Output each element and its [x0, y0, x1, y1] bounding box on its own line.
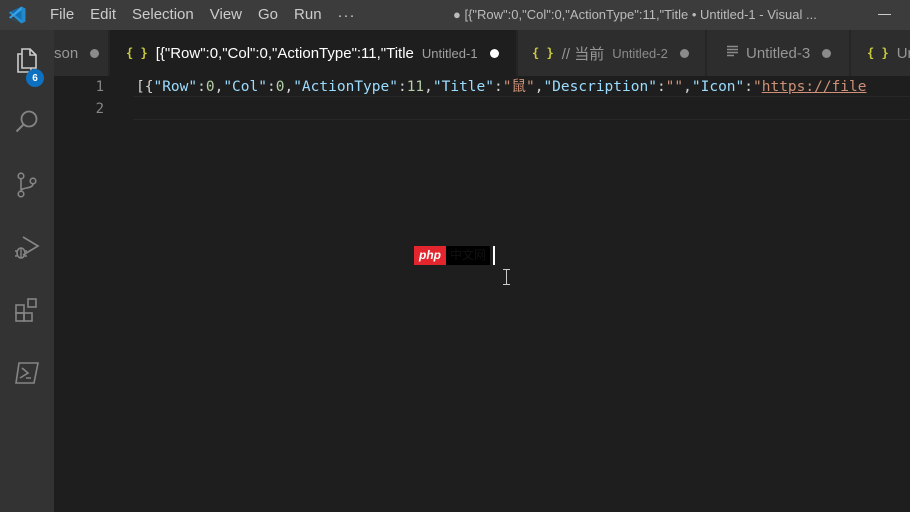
menu-bar: File Edit Selection View Go Run ··· [42, 0, 364, 30]
json-key: "Row" [153, 79, 198, 95]
json-key: "Title" [432, 79, 494, 95]
run-debug-button[interactable] [0, 223, 54, 271]
menu-file[interactable]: File [42, 0, 82, 30]
json-file-icon: { } [532, 46, 554, 60]
tab-title: son [54, 44, 79, 62]
json-punct: : [744, 79, 753, 95]
title-bar: File Edit Selection View Go Run ··· ● [{… [0, 0, 910, 30]
json-punct: : [397, 79, 407, 95]
json-url-link[interactable]: https://file [762, 79, 867, 95]
tab-title: Un [896, 44, 910, 62]
tab-untitled-1[interactable]: { } [{"Row":0,"Col":0,"ActionType":11,"T… [110, 30, 517, 76]
text-cursor-icon [503, 269, 510, 285]
json-key: "ActionType" [293, 79, 398, 95]
vscode-logo-icon [2, 0, 32, 30]
explorer-button[interactable]: 6 [0, 36, 54, 87]
powershell-button[interactable] [0, 349, 54, 397]
json-punct: : [656, 79, 666, 95]
code-line-1[interactable]: [{"Row":0,"Col":0,"ActionType":11,"Title… [136, 76, 867, 98]
json-file-icon: { } [867, 46, 889, 60]
search-button[interactable] [0, 98, 54, 146]
tab-untitled-4-partial[interactable]: { } Un [851, 30, 910, 76]
tab-json-partial[interactable]: son [54, 30, 109, 76]
watermark-php-text: php [414, 246, 446, 265]
window-title: ● [{"Row":0,"Col":0,"ActionType":11,"Tit… [453, 7, 817, 22]
editor-tabs: son { } [{"Row":0,"Col":0,"ActionType":1… [54, 30, 910, 76]
current-line-highlight [134, 96, 910, 120]
menu-go[interactable]: Go [250, 0, 286, 30]
tab-untitled-2[interactable]: { } // 当前 Untitled-2 [518, 30, 706, 76]
json-punct: : [266, 79, 276, 95]
json-key: "Icon" [691, 79, 745, 95]
line-number: 1 [95, 79, 104, 95]
unsaved-dot-icon[interactable] [489, 48, 499, 58]
unsaved-dot-icon[interactable] [90, 48, 100, 58]
json-file-icon: { } [126, 46, 148, 60]
json-number: 11 [406, 79, 425, 95]
tab-title: [{"Row":0,"Col":0,"ActionType":11,"Title [155, 44, 414, 62]
line-number: 2 [95, 101, 104, 117]
code-editor[interactable]: 1 2 [{"Row":0,"Col":0,"ActionType":11,"T… [54, 76, 910, 512]
json-punct: , [683, 79, 692, 95]
unsaved-dot-icon[interactable] [679, 48, 689, 58]
tab-description: Untitled-2 [612, 45, 668, 61]
menu-selection[interactable]: Selection [124, 0, 202, 30]
watermark-cn-text: 中文网 [446, 246, 491, 265]
tab-description: Untitled-1 [421, 45, 478, 61]
explorer-badge: 6 [26, 69, 44, 87]
powershell-icon [15, 362, 39, 384]
minimize-button[interactable] [878, 8, 892, 22]
menu-view[interactable]: View [202, 0, 250, 30]
extensions-icon [15, 298, 37, 322]
watermark-caret [493, 246, 496, 265]
activity-bar: 6 [0, 30, 54, 512]
json-number: 0 [205, 79, 215, 95]
menu-more-icon[interactable]: ··· [330, 7, 364, 24]
unsaved-dot-icon[interactable] [822, 48, 832, 58]
text-file-icon [727, 44, 738, 62]
tab-title: // 当前 [561, 45, 605, 63]
menu-run[interactable]: Run [286, 0, 330, 30]
json-key: "Description" [543, 79, 657, 95]
json-punct: , [424, 79, 433, 95]
extensions-button[interactable] [0, 286, 54, 334]
json-punct: : [197, 79, 206, 95]
tab-title: Untitled-3 [746, 44, 811, 62]
json-string: "" [665, 79, 684, 95]
search-icon [15, 110, 38, 133]
menu-edit[interactable]: Edit [82, 0, 124, 30]
json-key: "Col" [223, 79, 267, 95]
source-control-button[interactable] [0, 161, 54, 209]
tab-untitled-3[interactable]: Untitled-3 [707, 30, 850, 76]
json-punct: [{ [136, 79, 154, 95]
json-string: " [753, 79, 762, 95]
json-punct: , [284, 79, 294, 95]
source-control-icon [17, 172, 37, 198]
json-punct: : [494, 79, 503, 95]
run-debug-icon [15, 236, 40, 259]
php-watermark: php 中文网 [414, 246, 496, 265]
json-string: "鼠" [502, 79, 535, 95]
